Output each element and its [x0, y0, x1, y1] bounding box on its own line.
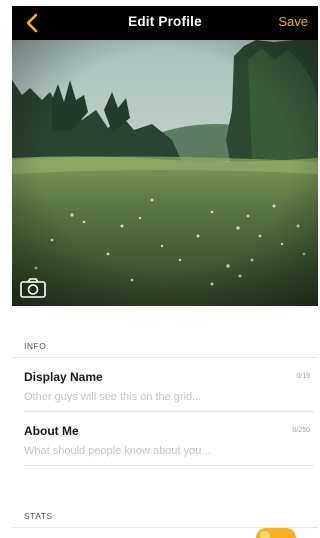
edit-profile-screen: Edit Profile Save INFO Display Name 0/15…: [12, 6, 318, 538]
section-title: STATS: [24, 511, 53, 521]
section-title: INFO: [24, 341, 47, 351]
about-me-label: About Me: [24, 424, 79, 438]
display-name-label: Display Name: [24, 370, 103, 384]
section-spacer: [12, 466, 318, 496]
save-button[interactable]: Save: [278, 14, 308, 29]
profile-photo[interactable]: [12, 40, 318, 306]
display-name-counter: 0/15: [296, 373, 310, 380]
profile-photo-image: [12, 40, 318, 306]
about-me-input[interactable]: [24, 443, 264, 459]
navigation-bar: Edit Profile Save: [12, 6, 318, 40]
stats-section-header: STATS: [12, 502, 318, 528]
display-name-field[interactable]: Display Name 0/15: [24, 358, 314, 412]
stats-toggle[interactable]: [256, 528, 296, 538]
camera-icon[interactable]: [20, 278, 46, 298]
toggle-knob: [260, 531, 270, 538]
page-title: Edit Profile: [128, 14, 202, 29]
info-section-header: INFO: [12, 332, 318, 358]
display-name-input[interactable]: [24, 389, 264, 405]
about-me-counter: 0/250: [292, 427, 310, 434]
about-me-field[interactable]: About Me 0/250: [24, 412, 314, 466]
